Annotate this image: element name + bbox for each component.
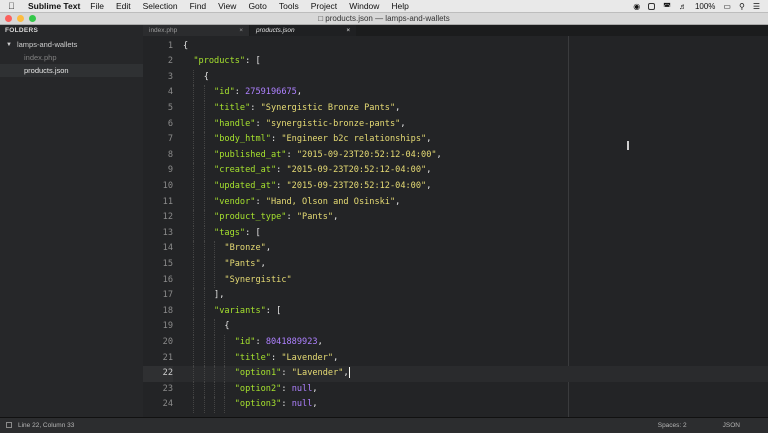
code-line[interactable]: "tags": [ (183, 226, 261, 242)
line-number: 22 (143, 366, 173, 382)
line-number-gutter: 1 2 3 4 5 6 7 8 9 10 11 12 13 14 15 16 17 18 19 20 21 22 23 24 (143, 36, 173, 417)
code-line[interactable]: "option3": null, (183, 397, 318, 413)
menu-project[interactable]: Project (311, 1, 337, 11)
battery-percent: 100% (694, 1, 716, 11)
window-title: □ products.json — lamps-and-wallets (0, 14, 768, 23)
menu-selection[interactable]: Selection (143, 1, 178, 11)
code-line[interactable]: { (183, 70, 209, 86)
line-number: 3 (167, 71, 173, 82)
line-number: 2 (167, 56, 173, 67)
line-number: 5 (167, 102, 173, 113)
menu-view[interactable]: View (218, 1, 236, 11)
tab-close-icon[interactable]: × (239, 27, 243, 34)
sidebar-file-index-php[interactable]: index.php (0, 51, 143, 64)
code-line[interactable]: "Pants", (183, 257, 265, 273)
line-number: 1 (167, 40, 173, 51)
disclosure-triangle-icon[interactable]: ▼ (6, 42, 12, 48)
tab-bar: index.php × products.json × (143, 25, 768, 36)
indentation-setting[interactable]: Spaces: 2 (658, 422, 687, 429)
document-icon: □ (318, 14, 324, 23)
tab-products-json[interactable]: products.json × (250, 25, 356, 36)
code-line[interactable]: "Bronze", (183, 241, 271, 257)
code-line[interactable]: "option1": "Lavender", (183, 366, 350, 382)
line-number: 13 (162, 227, 173, 238)
app-name-menu[interactable]: Sublime Text (28, 1, 80, 11)
code-line[interactable]: "products": [ (183, 54, 260, 70)
volume-icon[interactable]: ♬ (679, 2, 687, 11)
sidebar-file-products-json[interactable]: products.json (0, 64, 143, 77)
line-number: 9 (167, 165, 173, 176)
list-icon[interactable]: ☰ (753, 2, 760, 11)
line-number: 19 (162, 321, 173, 332)
caret (348, 367, 350, 379)
apple-icon[interactable]:  (8, 1, 20, 11)
menu-window[interactable]: Window (349, 1, 379, 11)
cursor-position: Line 22, Column 33 (18, 422, 75, 429)
line-number: 24 (162, 399, 173, 410)
code-line[interactable]: "title": "Synergistic Bronze Pants", (183, 101, 400, 117)
code-line[interactable]: "id": 8041889923, (183, 335, 323, 351)
line-number: 4 (167, 87, 173, 98)
code-line[interactable]: "id": 2759196675, (183, 85, 302, 101)
tab-label: products.json (256, 27, 295, 34)
code-line[interactable]: "product_type": "Pants", (183, 210, 338, 226)
tab-index-php[interactable]: index.php × (143, 25, 249, 36)
line-number: 17 (162, 290, 173, 301)
code-editor[interactable]: 1 2 3 4 5 6 7 8 9 10 11 12 13 14 15 16 17 18 19 20 21 22 23 24 … (143, 36, 768, 417)
menu-find[interactable]: Find (190, 1, 207, 11)
code-line[interactable]: "option2": null, (183, 382, 318, 398)
code-line[interactable]: "created_at": "2015-09-23T20:52:12-04:00… (183, 163, 431, 179)
line-number: 16 (162, 274, 173, 285)
window-icon[interactable] (648, 2, 656, 10)
line-number: 8 (167, 149, 173, 160)
line-number: 20 (162, 336, 173, 347)
code-line[interactable]: { (183, 39, 188, 55)
code-line[interactable]: { (183, 319, 229, 335)
line-number: 10 (162, 180, 173, 191)
text-cursor-icon (627, 141, 629, 150)
code-line[interactable]: "title": "Lavender", (183, 351, 339, 367)
wifi-icon[interactable]: ◚ (663, 2, 671, 11)
tab-close-icon[interactable]: × (346, 27, 350, 34)
folders-header: FOLDERS (5, 27, 39, 34)
line-number: 6 (167, 118, 173, 129)
syntax-selector[interactable]: JSON (723, 422, 740, 429)
code-line[interactable]: "vendor": "Hand, Olson and Osinski", (183, 195, 400, 211)
line-number: 18 (162, 305, 173, 316)
menu-help[interactable]: Help (391, 1, 408, 11)
folder-label: lamps-and-wallets (16, 40, 78, 49)
status-bar: Line 22, Column 33 Spaces: 2 JSON (0, 417, 768, 433)
title-bar: □ products.json — lamps-and-wallets (0, 13, 768, 25)
record-icon[interactable]: ◉ (633, 2, 640, 11)
line-number: 7 (167, 134, 173, 145)
panel-toggle-icon[interactable] (6, 422, 12, 428)
line-number: 23 (162, 383, 173, 394)
menu-edit[interactable]: Edit (116, 1, 131, 11)
code-line[interactable]: ], (183, 288, 224, 304)
folder-lamps-and-wallets[interactable]: ▼ lamps-and-wallets (0, 36, 143, 51)
code-line[interactable]: "Synergistic" (183, 273, 291, 289)
code-line[interactable]: "body_html": "Engineer b2c relationships… (183, 132, 431, 148)
code-line[interactable]: "updated_at": "2015-09-23T20:52:12-04:00… (183, 179, 431, 195)
code-line[interactable]: "variants": [ (183, 304, 281, 320)
line-number: 12 (162, 212, 173, 223)
sidebar: FOLDERS ▼ lamps-and-wallets index.php pr… (0, 25, 144, 417)
code-line[interactable]: "published_at": "2015-09-23T20:52:12-04:… (183, 148, 442, 164)
menu-tools[interactable]: Tools (279, 1, 299, 11)
column-ruler (568, 36, 569, 417)
menu-bar:  Sublime Text File Edit Selection Find … (0, 0, 768, 13)
window-title-text: products.json — lamps-and-wallets (325, 14, 450, 23)
code-line[interactable]: "handle": "synergistic-bronze-pants", (183, 117, 405, 133)
tab-label: index.php (149, 27, 178, 34)
line-number: 11 (162, 196, 173, 207)
menu-file[interactable]: File (90, 1, 104, 11)
battery-icon[interactable]: ▭ (723, 2, 731, 11)
search-icon[interactable]: ⚲ (739, 2, 745, 11)
line-number: 15 (162, 258, 173, 269)
line-number: 21 (162, 352, 173, 363)
menu-goto[interactable]: Goto (248, 1, 266, 11)
line-number: 14 (162, 243, 173, 254)
